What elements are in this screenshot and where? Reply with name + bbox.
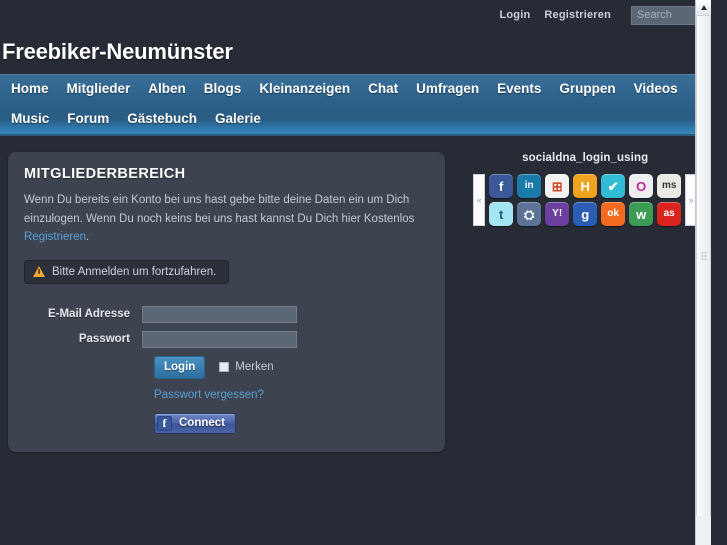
- left-column: MITGLIEDERBEREICH Wenn Du bereits ein Ko…: [8, 152, 446, 452]
- site-header: Freebiker-Neumünster: [0, 30, 711, 74]
- right-column: socialdna_login_using « f in ⊞ H ✔ Oms t ⛭ Y! g o…: [459, 152, 711, 451]
- odnoklassniki-icon[interactable]: ok: [601, 202, 626, 227]
- page-root: Login Registrieren Freebiker-Neumünster …: [0, 0, 711, 545]
- linkedin-icon[interactable]: in: [517, 174, 542, 199]
- nav-items-row: Home Mitglieder Alben Blogs Kleinanzeige…: [2, 74, 711, 134]
- nav-item-umfragen[interactable]: Umfragen: [407, 74, 488, 104]
- social-prev-arrow[interactable]: «: [473, 174, 486, 227]
- orkut-icon[interactable]: O: [629, 174, 654, 199]
- social-icon-grid: f in ⊞ H ✔ Oms t ⛭ Y! g ok w as: [489, 174, 682, 227]
- scrollbar-grip-icon: [700, 251, 707, 261]
- nav-item-gaestebuch[interactable]: Gästebuch: [118, 104, 206, 134]
- panel-title: MITGLIEDERBEREICH: [24, 166, 186, 183]
- password-label: Passwort: [78, 333, 130, 346]
- top-register-link[interactable]: Registrieren: [544, 9, 611, 21]
- login-actions: Login Merken: [24, 355, 429, 379]
- top-bar: Login Registrieren: [0, 0, 711, 30]
- password-field[interactable]: [142, 330, 297, 348]
- main-content: MITGLIEDERBEREICH Wenn Du bereits ein Ko…: [0, 136, 711, 452]
- top-login-link[interactable]: Login: [499, 9, 530, 21]
- email-field[interactable]: [142, 305, 297, 323]
- remember-label: Merken: [235, 361, 274, 374]
- myspace-icon[interactable]: ms: [657, 174, 682, 199]
- nav-item-blogs[interactable]: Blogs: [195, 74, 251, 104]
- main-navigation: Home Mitglieder Alben Blogs Kleinanzeige…: [0, 74, 711, 137]
- twitter-icon[interactable]: t: [489, 202, 514, 227]
- myspace-group-icon[interactable]: ⛭: [517, 202, 542, 227]
- forgot-password-link[interactable]: Passwort vergessen?: [24, 389, 429, 401]
- nav-item-mitglieder[interactable]: Mitglieder: [58, 74, 140, 104]
- alert-message: Bitte Anmelden um fortzufahren.: [24, 259, 230, 284]
- alert-text: Bitte Anmelden um fortzufahren.: [52, 265, 217, 278]
- social-icon-row: t ⛭ Y! g ok w as: [489, 202, 682, 227]
- nav-item-forum[interactable]: Forum: [58, 104, 118, 134]
- panel-description-text: Wenn Du bereits ein Konto bei uns hast g…: [24, 194, 415, 225]
- site-title: Freebiker-Neumünster: [2, 39, 233, 64]
- password-row: Passwort: [24, 330, 429, 348]
- nav-item-galerie[interactable]: Galerie: [206, 104, 270, 134]
- warning-triangle-icon: [33, 266, 45, 278]
- windows-live-icon[interactable]: ⊞: [545, 174, 570, 199]
- hyves-icon[interactable]: H: [573, 174, 598, 199]
- nav-item-videos[interactable]: Videos: [625, 74, 687, 104]
- email-label: E-Mail Adresse: [47, 308, 130, 321]
- facebook-connect-button[interactable]: f Connect: [154, 412, 236, 434]
- remember-me[interactable]: Merken: [219, 361, 274, 374]
- member-login-panel: MITGLIEDERBEREICH Wenn Du bereits ein Ko…: [8, 152, 446, 452]
- panel-description-suffix: .: [86, 230, 90, 243]
- social-login-title: socialdna_login_using: [522, 152, 649, 165]
- nav-item-home[interactable]: Home: [2, 74, 58, 104]
- nav-item-events[interactable]: Events: [488, 74, 550, 104]
- nav-item-kleinanzeigen[interactable]: Kleinanzeigen: [250, 74, 359, 104]
- register-link[interactable]: Registrieren: [24, 231, 86, 243]
- search-input[interactable]: [631, 5, 705, 25]
- google-icon[interactable]: g: [573, 202, 598, 227]
- scrollbar-thumb[interactable]: [696, 16, 711, 516]
- foursquare-icon[interactable]: ✔: [601, 174, 626, 199]
- facebook-icon[interactable]: f: [489, 174, 514, 199]
- nav-item-alben[interactable]: Alben: [139, 74, 195, 104]
- lastfm-icon[interactable]: as: [657, 202, 682, 227]
- remember-checkbox[interactable]: [219, 362, 230, 373]
- vkontakte-icon[interactable]: w: [629, 202, 654, 227]
- social-icon-row: f in ⊞ H ✔ Oms: [489, 174, 682, 199]
- email-row: E-Mail Adresse: [24, 305, 429, 323]
- facebook-connect-label: Connect: [179, 417, 225, 430]
- page-scrollbar[interactable]: [695, 0, 711, 545]
- social-login-widget: « f in ⊞ H ✔ Oms t ⛭ Y! g ok w as »: [459, 174, 711, 227]
- login-form: E-Mail Adresse Passwort Login Merken Pas…: [24, 305, 429, 434]
- panel-description: Wenn Du bereits ein Konto bei uns hast g…: [24, 191, 429, 245]
- yahoo-icon[interactable]: Y!: [545, 202, 570, 227]
- nav-item-gruppen[interactable]: Gruppen: [550, 74, 624, 104]
- scrollbar-up-arrow-icon[interactable]: [696, 0, 711, 16]
- nav-item-chat[interactable]: Chat: [359, 74, 407, 104]
- nav-item-music[interactable]: Music: [2, 104, 58, 134]
- login-button[interactable]: Login: [154, 355, 206, 379]
- facebook-icon: f: [157, 415, 172, 431]
